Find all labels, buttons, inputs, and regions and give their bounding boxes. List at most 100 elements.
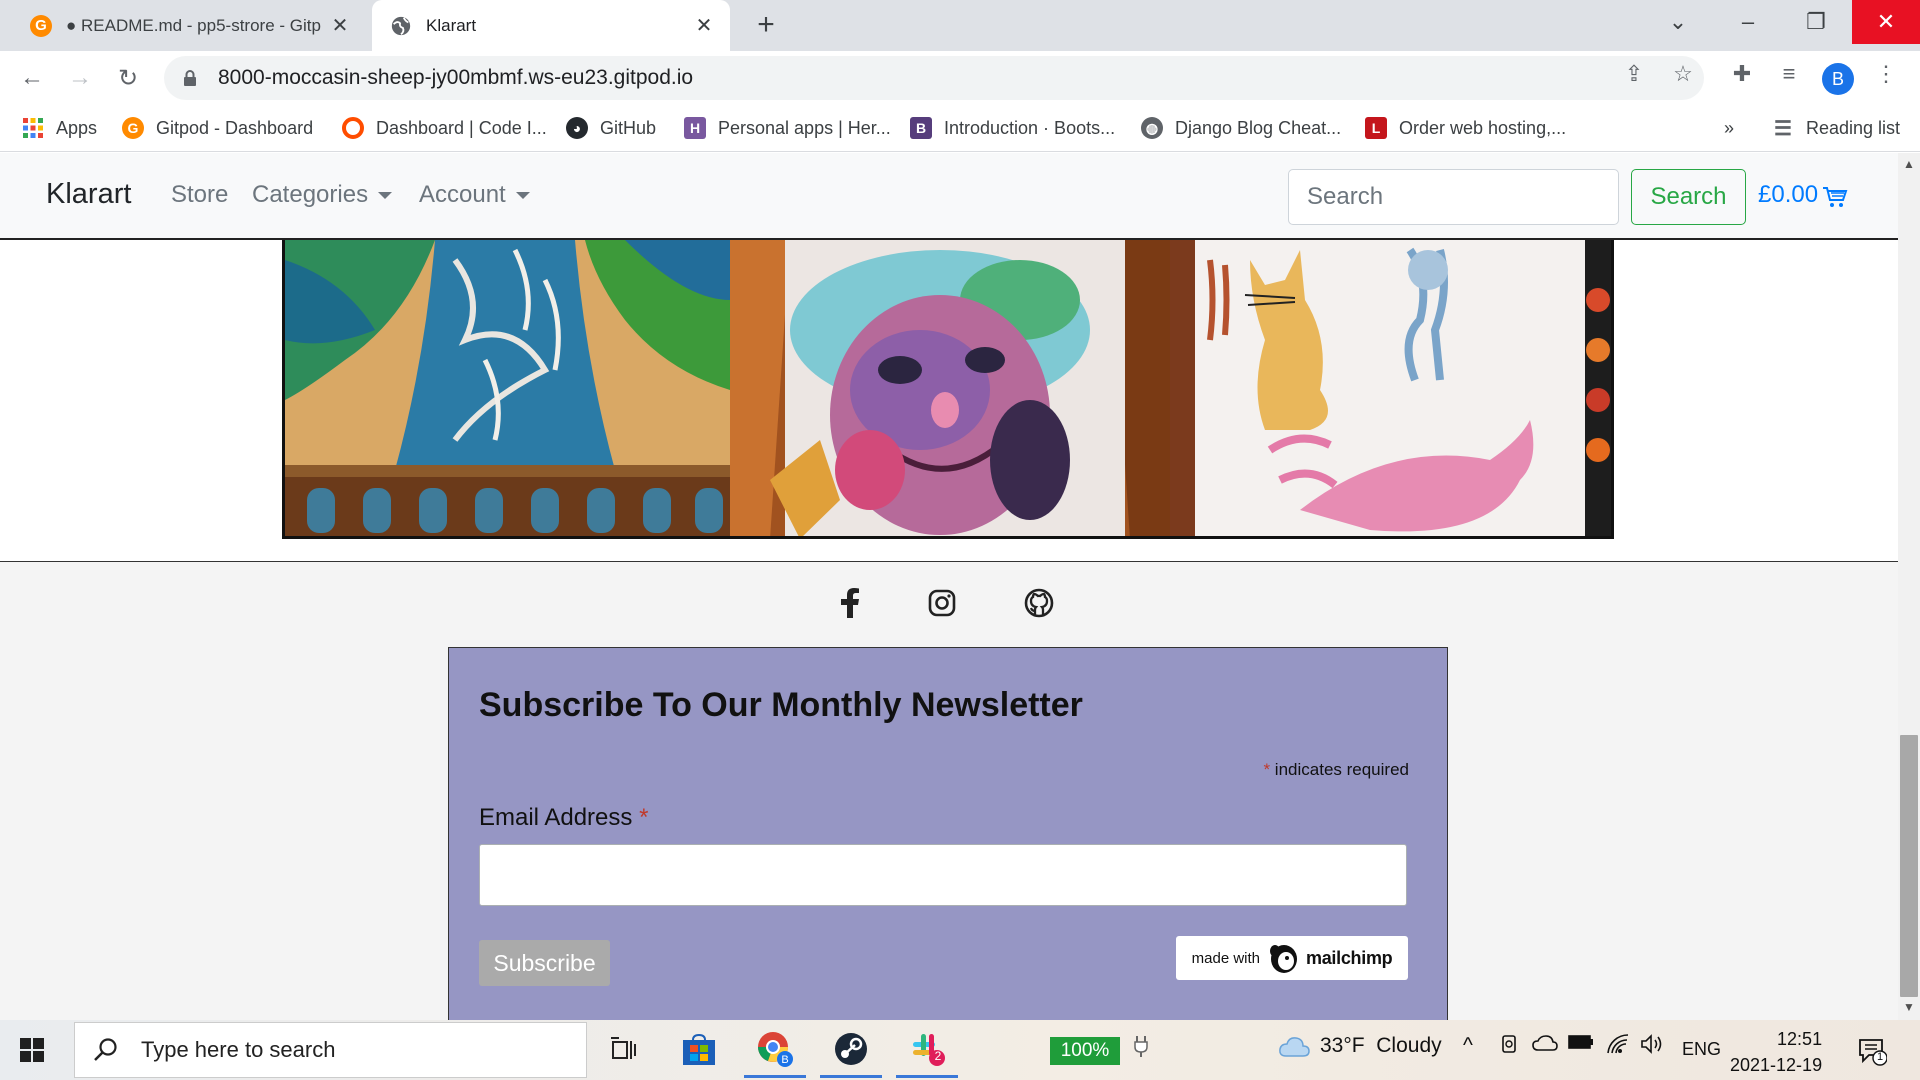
cart-total: £0.00	[1758, 181, 1819, 208]
github-icon[interactable]	[1019, 583, 1059, 623]
nav-store[interactable]: Store	[171, 181, 228, 209]
taskbar-search-box[interactable]: Type here to search	[74, 1022, 587, 1078]
hero-artwork-cats-fish	[1170, 240, 1611, 536]
tab-klarart[interactable]: Klarart ✕	[372, 0, 730, 51]
forward-button[interactable]: →	[62, 60, 98, 96]
nav-account-label: Account	[419, 181, 506, 208]
code-institute-icon	[342, 117, 364, 139]
scroll-up-arrow-icon[interactable]: ▲	[1898, 157, 1920, 175]
tab-readme[interactable]: G ● README.md - pp5-strore - Gitp ✕	[16, 0, 366, 51]
mailchimp-badge[interactable]: made with mailchimp	[1176, 936, 1408, 980]
instagram-icon[interactable]	[922, 583, 962, 623]
bookmark-label: Dashboard | Code I...	[376, 117, 547, 138]
back-button[interactable]: ←	[14, 60, 50, 96]
bookmark-code-institute[interactable]: Dashboard | Code I...	[342, 115, 547, 141]
notification-center-icon[interactable]: 1	[1857, 1036, 1888, 1066]
newsletter-title: Subscribe To Our Monthly Newsletter	[479, 686, 1083, 724]
notification-count: 1	[1876, 1051, 1884, 1063]
search-input[interactable]	[1288, 169, 1619, 225]
svg-text:B: B	[781, 1054, 788, 1066]
new-tab-button[interactable]: +	[748, 8, 784, 44]
hero-artwork-portrait	[730, 240, 1170, 536]
wifi-icon[interactable]	[1606, 1034, 1630, 1054]
hosting-icon: L	[1365, 117, 1387, 139]
minimize-button[interactable]: –	[1714, 0, 1782, 44]
windows-start-icon[interactable]	[20, 1038, 44, 1062]
battery-icon[interactable]	[1568, 1034, 1594, 1050]
profile-avatar[interactable]: B	[1822, 63, 1854, 95]
clock-date: 2021-12-19	[1730, 1055, 1823, 1075]
bookmark-label: Django Blog Cheat...	[1175, 117, 1342, 138]
slack-unread-badge: 2	[934, 1049, 942, 1063]
battery-percent-widget[interactable]: 100%	[1050, 1037, 1120, 1065]
restore-button[interactable]: ❐	[1782, 0, 1850, 44]
subscribe-button[interactable]: Subscribe	[479, 940, 610, 986]
task-view-icon[interactable]	[593, 1022, 655, 1078]
system-clock[interactable]: 12:51 2021-12-19	[1730, 1026, 1822, 1078]
search-icon	[94, 1038, 117, 1061]
power-plug-icon	[1132, 1034, 1150, 1058]
microsoft-store-icon[interactable]	[668, 1022, 730, 1078]
hero-section	[0, 240, 1898, 562]
search-button[interactable]: Search	[1631, 169, 1746, 225]
reading-list[interactable]: ☰ Reading list	[1772, 115, 1900, 141]
bookmark-label: Personal apps | Her...	[718, 117, 891, 138]
facebook-icon[interactable]	[830, 583, 870, 623]
chevron-down-icon	[515, 191, 530, 199]
tab-search-icon[interactable]: ⌄	[1644, 0, 1712, 44]
bookmark-bootstrap[interactable]: B Introduction · Boots...	[910, 115, 1115, 141]
media-control-icon[interactable]: ≡	[1776, 61, 1802, 87]
nav-categories-label: Categories	[252, 181, 369, 208]
share-icon[interactable]: ⇪	[1621, 61, 1647, 87]
bookmark-label: Gitpod - Dashboard	[156, 117, 314, 138]
bookmark-hosting[interactable]: L Order web hosting,...	[1365, 115, 1566, 141]
page-viewport: Klarart Store Categories Account Search …	[0, 153, 1898, 1020]
menu-kebab-icon[interactable]: ⋮	[1873, 61, 1899, 87]
bookmark-github[interactable]: ◕ GitHub	[566, 115, 656, 141]
volume-icon[interactable]	[1640, 1034, 1664, 1054]
globe-icon	[391, 16, 411, 35]
required-note: * indicates required	[1263, 760, 1409, 780]
site-brand[interactable]: Klarart	[46, 178, 131, 211]
onedrive-icon[interactable]	[1532, 1034, 1558, 1052]
scrollbar-thumb[interactable]	[1900, 735, 1918, 997]
windows-taskbar: Type here to search B 2 100% 33°F Cloudy…	[0, 1020, 1920, 1080]
bookmark-gitpod[interactable]: G Gitpod - Dashboard	[122, 115, 313, 141]
meet-now-icon[interactable]	[1500, 1034, 1520, 1056]
weather-text: 33°F Cloudy	[1320, 1034, 1442, 1057]
bookmark-label: Order web hosting,...	[1399, 117, 1567, 138]
email-field[interactable]	[479, 844, 1407, 906]
bookmark-apps[interactable]: Apps	[22, 115, 97, 141]
nav-categories[interactable]: Categories	[252, 181, 393, 209]
steam-taskbar-icon[interactable]	[820, 1022, 882, 1078]
close-icon[interactable]: ✕	[690, 13, 718, 38]
bookmark-django[interactable]: ◍ Django Blog Cheat...	[1141, 115, 1341, 141]
chrome-taskbar-icon[interactable]: B	[744, 1022, 806, 1078]
browser-tab-strip: G ● README.md - pp5-strore - Gitp ✕ Klar…	[0, 0, 1920, 51]
close-window-button[interactable]: ✕	[1852, 0, 1920, 44]
reload-button[interactable]: ↻	[110, 60, 146, 96]
cart-link[interactable]: £0.00	[1758, 181, 1848, 209]
address-bar[interactable]: 8000-moccasin-sheep-jy00mbmf.ws-eu23.git…	[164, 56, 1704, 100]
bootstrap-icon: B	[910, 117, 932, 139]
bookmark-heroku[interactable]: H Personal apps | Her...	[684, 115, 891, 141]
weather-widget[interactable]: 33°F Cloudy	[1278, 1034, 1442, 1058]
tab-title: Klarart	[426, 15, 477, 35]
scroll-down-arrow-icon[interactable]: ▼	[1898, 1000, 1920, 1018]
hero-artwork-banner	[282, 240, 1614, 539]
close-icon[interactable]: ✕	[326, 13, 354, 38]
bookmark-star-icon[interactable]: ☆	[1670, 61, 1696, 87]
gitpod-icon: G	[30, 14, 52, 37]
chevron-down-icon	[378, 191, 393, 199]
required-note-text: indicates required	[1274, 760, 1409, 779]
lock-icon	[184, 70, 196, 86]
slack-taskbar-icon[interactable]: 2	[896, 1022, 958, 1078]
chevron-up-icon[interactable]: ^	[1463, 1034, 1473, 1058]
extensions-icon[interactable]: ✚	[1729, 61, 1755, 87]
language-indicator[interactable]: ENG	[1682, 1039, 1721, 1060]
bookmarks-overflow[interactable]: »	[1724, 115, 1734, 141]
required-asterisk: *	[1263, 760, 1271, 779]
site-navbar: Klarart Store Categories Account Search …	[0, 153, 1898, 240]
nav-account[interactable]: Account	[419, 181, 530, 209]
email-label: Email Address *	[479, 804, 648, 832]
